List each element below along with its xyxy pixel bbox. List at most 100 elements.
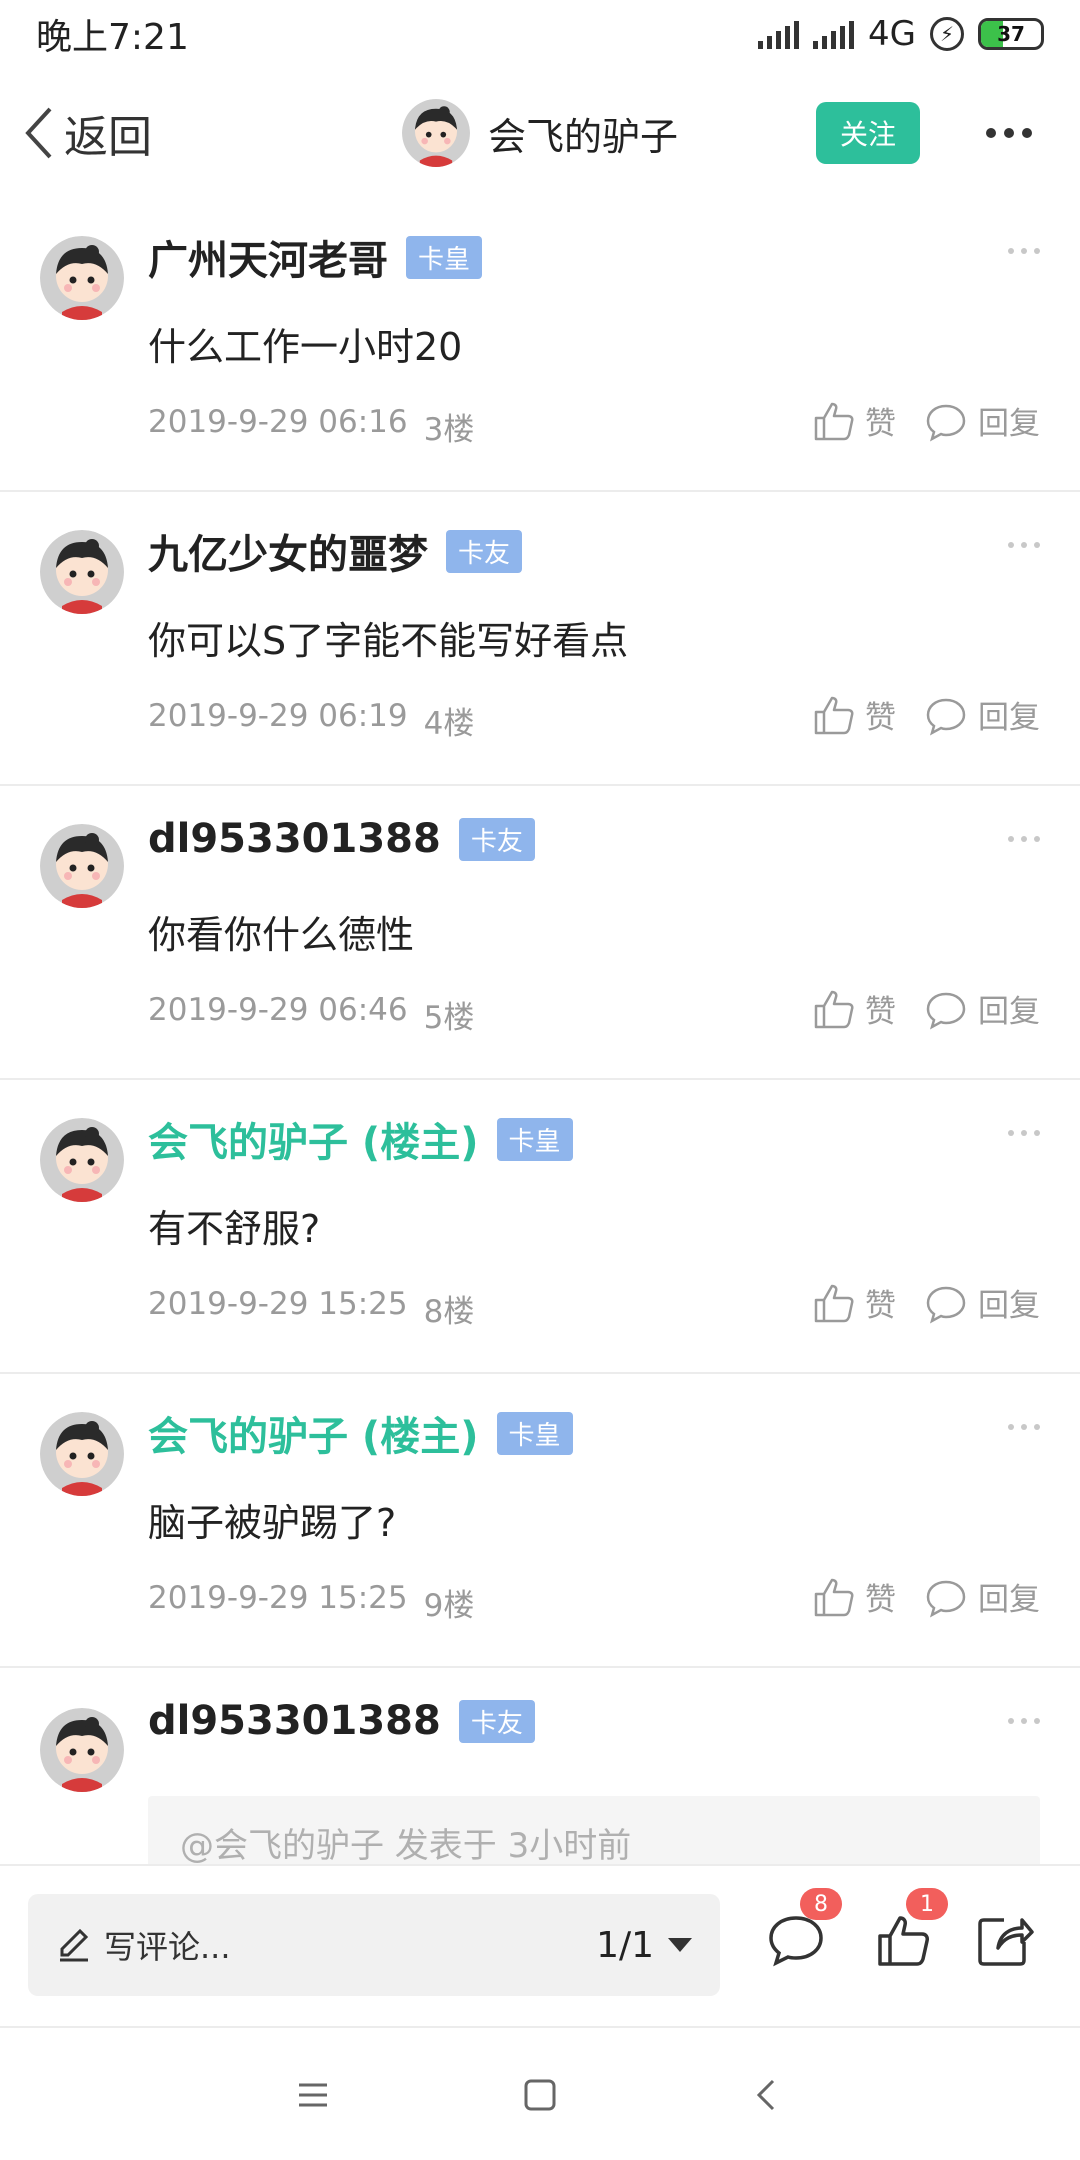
thumbs-up-icon — [814, 696, 854, 734]
battery-level: 37 — [997, 22, 1025, 46]
more-icon[interactable] — [986, 128, 1032, 138]
reply-button[interactable]: 回复 — [924, 398, 1040, 443]
like-button[interactable]: 赞 — [811, 692, 896, 737]
like-button[interactable]: 赞 — [811, 1280, 896, 1325]
like-label: 赞 — [865, 1582, 896, 1618]
avatar[interactable] — [402, 99, 470, 167]
avatar[interactable] — [40, 1412, 124, 1496]
reply-icon — [926, 1580, 966, 1618]
comment-item[interactable]: dl953301388 卡友 @会飞的驴子 发表于 3小时前 — [0, 1668, 1080, 1888]
share-button[interactable] — [974, 1910, 1034, 1970]
signal-icon — [758, 19, 800, 49]
comment-header: 广州天河老哥 卡皇 — [148, 228, 483, 286]
reply-icon — [926, 404, 966, 442]
comment-actions: 赞 回复 — [811, 398, 1040, 443]
comment-author[interactable]: dl953301388 — [148, 1698, 441, 1744]
reply-label: 回复 — [978, 994, 1040, 1030]
avatar[interactable] — [40, 1118, 124, 1202]
comment-header: 九亿少女的噩梦 卡友 — [148, 522, 523, 580]
comment-author[interactable]: dl953301388 — [148, 816, 441, 862]
nav-title-group[interactable]: 会飞的驴子 — [402, 99, 678, 167]
comment-text: 有不舒服? — [148, 1207, 321, 1251]
back-button[interactable]: 返回 — [22, 101, 152, 165]
reply-icon — [926, 698, 966, 736]
page-selector[interactable]: 1/1 — [596, 1925, 692, 1966]
thumbs-up-icon — [814, 1578, 854, 1616]
avatar[interactable] — [40, 236, 124, 320]
page-title: 会飞的驴子 — [488, 114, 679, 159]
avatar[interactable] — [40, 530, 124, 614]
like-button[interactable]: 赞 — [811, 986, 896, 1031]
comment-more-icon[interactable] — [1008, 248, 1040, 254]
comment-floor: 8楼 — [423, 1294, 475, 1330]
user-level-badge: 卡皇 — [496, 1411, 573, 1455]
like-count-badge: 1 — [906, 1888, 948, 1920]
comment-meta: 2019-9-29 15:25 8楼 — [148, 1286, 474, 1331]
comment-more-icon[interactable] — [1008, 1130, 1040, 1136]
reply-button[interactable]: 回复 — [924, 1280, 1040, 1325]
avatar-icon — [40, 236, 124, 320]
home-icon[interactable] — [520, 2075, 560, 2115]
status-bar: 晚上7:21 4G ⚡ 37 — [0, 0, 1080, 68]
comment-item[interactable]: 广州天河老哥 卡皇 什么工作一小时20 2019-9-29 06:16 3楼 赞 回复 — [0, 198, 1080, 492]
comment-item[interactable]: 会飞的驴子 (楼主) 卡皇有不舒服? 2019-9-29 15:25 8楼 赞 回复 — [0, 1080, 1080, 1374]
system-nav-bar — [0, 2030, 1080, 2160]
avatar-icon — [40, 1708, 124, 1792]
user-level-badge: 卡友 — [458, 817, 535, 861]
comment-floor: 5楼 — [423, 1000, 475, 1036]
like-button[interactable]: 赞 — [811, 1574, 896, 1619]
comment-more-icon[interactable] — [1008, 1718, 1040, 1724]
back-nav-icon[interactable] — [747, 2075, 787, 2115]
comment-time: 2019-9-29 06:16 — [148, 404, 408, 440]
comment-item[interactable]: 会飞的驴子 (楼主) 卡皇 脑子被驴踢了? 2019-9-29 15:25 9楼 赞 回复 — [0, 1374, 1080, 1668]
like-button[interactable]: 1 — [872, 1888, 948, 1970]
comment-item[interactable]: 九亿少女的噩梦 卡友你可以S了字能不能写好看点 2019-9-29 06:19 4楼 赞… — [0, 492, 1080, 786]
comment-author[interactable]: 九亿少女的噩梦 — [148, 522, 428, 580]
comment-more-icon[interactable] — [1008, 1424, 1040, 1430]
comment-actions: 赞 回复 — [811, 692, 1040, 737]
reply-icon — [926, 1286, 966, 1324]
avatar[interactable] — [40, 824, 124, 908]
comment-text: 什么工作一小时20 — [148, 325, 463, 369]
avatar-icon — [402, 99, 470, 167]
reply-label: 回复 — [978, 406, 1040, 442]
menu-icon[interactable] — [293, 2075, 333, 2115]
comment-author[interactable]: 会飞的驴子 (楼主) — [148, 1404, 479, 1462]
like-button[interactable]: 赞 — [811, 398, 896, 443]
comment-header: 会飞的驴子 (楼主) 卡皇 — [148, 1404, 573, 1462]
reply-button[interactable]: 回复 — [924, 692, 1040, 737]
comment-more-icon[interactable] — [1008, 542, 1040, 548]
avatar[interactable] — [40, 1708, 124, 1792]
comment-item[interactable]: dl953301388 卡友你看你什么德性 2019-9-29 06:46 5楼 赞 回复 — [0, 786, 1080, 1080]
chevron-left-icon — [25, 107, 52, 159]
comment-author[interactable]: 会飞的驴子 (楼主) — [148, 1110, 479, 1168]
comment-meta: 2019-9-29 06:19 4楼 — [148, 698, 474, 743]
avatar-icon — [40, 530, 124, 614]
avatar-icon — [40, 1118, 124, 1202]
reply-button[interactable]: 回复 — [924, 1574, 1040, 1619]
comment-time: 2019-9-29 06:46 — [148, 992, 408, 1028]
comment-author[interactable]: 广州天河老哥 — [148, 228, 388, 286]
comment-text: 你可以S了字能不能写好看点 — [148, 619, 629, 663]
comment-meta: 2019-9-29 06:46 5楼 — [148, 992, 474, 1037]
status-time: 晚上7:21 — [36, 17, 189, 58]
battery-icon: 37 — [978, 18, 1044, 50]
avatar-icon — [40, 824, 124, 908]
user-level-badge: 卡皇 — [496, 1117, 573, 1161]
thumbs-up-icon — [814, 402, 854, 440]
reply-button[interactable]: 回复 — [924, 986, 1040, 1031]
signal-icon-2 — [813, 19, 855, 49]
comment-list: 广州天河老哥 卡皇 什么工作一小时20 2019-9-29 06:16 3楼赞回复 九亿少… — [0, 198, 1080, 1888]
avatar-icon — [40, 1412, 124, 1496]
comment-input[interactable]: 写评论... 1/1 — [28, 1894, 720, 1996]
comment-text: 你看你什么德性 — [148, 913, 415, 957]
comment-more-icon[interactable] — [1008, 836, 1040, 842]
user-level-badge: 卡友 — [458, 1699, 535, 1743]
page-indicator: 1/1 — [596, 1924, 654, 1966]
comments-button[interactable]: 8 — [766, 1888, 842, 1970]
like-label: 赞 — [865, 406, 896, 442]
comment-actions: 赞 回复 — [811, 1574, 1040, 1619]
comment-header: 会飞的驴子 (楼主) 卡皇 — [148, 1110, 573, 1168]
reply-icon — [926, 992, 966, 1030]
follow-button[interactable]: 关注 — [816, 102, 920, 164]
